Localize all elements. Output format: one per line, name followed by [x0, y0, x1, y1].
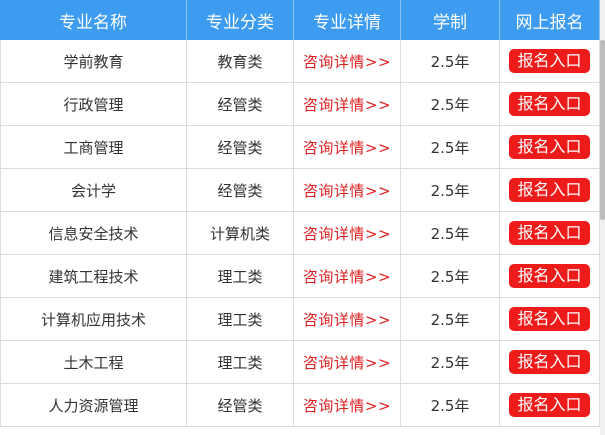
major-category-cell: 经管类: [187, 169, 294, 212]
signup-cell: 报名入口: [500, 341, 600, 384]
duration-cell: 2.5年: [401, 40, 500, 83]
major-category-cell: 经管类: [187, 126, 294, 169]
major-detail-cell: 咨询详情>>: [294, 40, 401, 83]
duration-cell: 2.5年: [401, 83, 500, 126]
scrollbar-thumb[interactable]: [600, 40, 605, 220]
consult-detail-link[interactable]: 咨询详情>>: [303, 266, 391, 287]
major-name-cell: 学前教育: [0, 40, 187, 83]
duration-cell: 2.5年: [401, 212, 500, 255]
duration-cell: 2.5年: [401, 126, 500, 169]
signup-button[interactable]: 报名入口: [509, 221, 590, 245]
signup-button[interactable]: 报名入口: [509, 178, 590, 202]
header-online-signup: 网上报名: [500, 0, 600, 40]
header-major-name: 专业名称: [0, 0, 187, 40]
major-name-cell: 计算机应用技术: [0, 298, 187, 341]
signup-button[interactable]: 报名入口: [509, 307, 590, 331]
major-detail-cell: 咨询详情>>: [294, 169, 401, 212]
header-major-detail: 专业详情: [294, 0, 401, 40]
major-category-cell: 理工类: [187, 298, 294, 341]
header-major-category: 专业分类: [187, 0, 294, 40]
signup-button[interactable]: 报名入口: [509, 350, 590, 374]
major-category-cell: 经管类: [187, 83, 294, 126]
consult-detail-link[interactable]: 咨询详情>>: [303, 223, 391, 244]
header-duration: 学制: [401, 0, 500, 40]
major-name-cell: 土木工程: [0, 341, 187, 384]
majors-table: 专业名称 专业分类 专业详情 学制 网上报名 学前教育 教育类 咨询详情>> 2.5年…: [0, 0, 600, 427]
duration-cell: 2.5年: [401, 384, 500, 427]
signup-cell: 报名入口: [500, 40, 600, 83]
scrollbar[interactable]: [600, 0, 605, 435]
major-name-cell: 建筑工程技术: [0, 255, 187, 298]
major-name-cell: 工商管理: [0, 126, 187, 169]
signup-cell: 报名入口: [500, 298, 600, 341]
consult-detail-link[interactable]: 咨询详情>>: [303, 94, 391, 115]
signup-button[interactable]: 报名入口: [509, 92, 590, 116]
major-name-cell: 行政管理: [0, 83, 187, 126]
signup-button[interactable]: 报名入口: [509, 393, 590, 417]
signup-button[interactable]: 报名入口: [509, 49, 590, 73]
major-detail-cell: 咨询详情>>: [294, 83, 401, 126]
signup-cell: 报名入口: [500, 126, 600, 169]
major-detail-cell: 咨询详情>>: [294, 298, 401, 341]
major-name-cell: 信息安全技术: [0, 212, 187, 255]
major-category-cell: 理工类: [187, 255, 294, 298]
major-detail-cell: 咨询详情>>: [294, 212, 401, 255]
duration-cell: 2.5年: [401, 255, 500, 298]
major-detail-cell: 咨询详情>>: [294, 384, 401, 427]
major-category-cell: 计算机类: [187, 212, 294, 255]
major-detail-cell: 咨询详情>>: [294, 126, 401, 169]
signup-cell: 报名入口: [500, 169, 600, 212]
major-detail-cell: 咨询详情>>: [294, 255, 401, 298]
major-category-cell: 理工类: [187, 341, 294, 384]
major-category-cell: 教育类: [187, 40, 294, 83]
major-detail-cell: 咨询详情>>: [294, 341, 401, 384]
duration-cell: 2.5年: [401, 298, 500, 341]
signup-button[interactable]: 报名入口: [509, 264, 590, 288]
signup-cell: 报名入口: [500, 212, 600, 255]
major-name-cell: 会计学: [0, 169, 187, 212]
consult-detail-link[interactable]: 咨询详情>>: [303, 352, 391, 373]
consult-detail-link[interactable]: 咨询详情>>: [303, 395, 391, 416]
signup-cell: 报名入口: [500, 384, 600, 427]
signup-cell: 报名入口: [500, 83, 600, 126]
consult-detail-link[interactable]: 咨询详情>>: [303, 51, 391, 72]
duration-cell: 2.5年: [401, 341, 500, 384]
consult-detail-link[interactable]: 咨询详情>>: [303, 309, 391, 330]
signup-button[interactable]: 报名入口: [509, 135, 590, 159]
major-category-cell: 经管类: [187, 384, 294, 427]
major-name-cell: 人力资源管理: [0, 384, 187, 427]
consult-detail-link[interactable]: 咨询详情>>: [303, 137, 391, 158]
signup-cell: 报名入口: [500, 255, 600, 298]
duration-cell: 2.5年: [401, 169, 500, 212]
consult-detail-link[interactable]: 咨询详情>>: [303, 180, 391, 201]
